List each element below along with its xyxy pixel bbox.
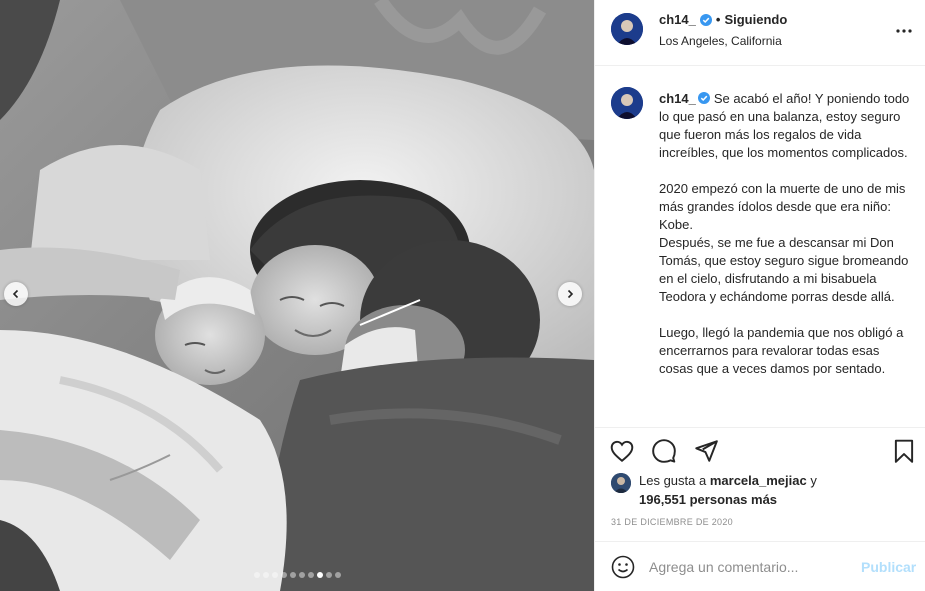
carousel-dot [298, 572, 305, 578]
caption-paragraph: Después, se me fue a descansar mi Don To… [659, 235, 909, 304]
caption-paragraph: Luego, llegó la pandemia que nos obligó … [659, 325, 904, 376]
bookmark-icon[interactable] [891, 438, 917, 464]
chevron-right-icon [567, 289, 574, 299]
caption-section[interactable]: ch14_ Se acabó el año! Y poniendo todo lo… [595, 67, 925, 427]
liker-avatar-image [611, 473, 631, 493]
avatar[interactable] [611, 13, 643, 45]
liker-avatar[interactable] [611, 473, 631, 493]
carousel-dot [289, 572, 296, 578]
publish-button[interactable]: Publicar [861, 559, 916, 575]
avatar[interactable] [611, 87, 643, 119]
carousel-dot [334, 572, 341, 578]
next-photo-button[interactable] [558, 282, 582, 306]
carousel-dot [280, 572, 287, 578]
carousel-dot [316, 572, 323, 578]
following-button[interactable]: Siguiendo [724, 12, 787, 27]
previous-photo-button[interactable] [4, 282, 28, 306]
post-header: ch14_ • Siguiendo Los Angeles, Californi… [595, 0, 925, 66]
caption-paragraph: 2020 empezó con la muerte de uno de mis … [659, 181, 906, 232]
comment-box: Publicar [595, 541, 925, 591]
user-avatar-image [611, 87, 643, 119]
chevron-left-icon [12, 289, 19, 299]
carousel-dot [325, 572, 332, 578]
more-horizontal-icon [896, 29, 912, 33]
heart-icon[interactable] [609, 438, 635, 464]
carousel-indicator [0, 572, 594, 578]
likes-connector: y [810, 473, 817, 488]
likes-prefix: Les gusta a [639, 473, 707, 488]
comment-input[interactable] [649, 557, 849, 577]
post-photo[interactable] [0, 0, 594, 591]
liker-username[interactable]: marcela_mejiac [710, 473, 807, 488]
separator-dot: • [715, 12, 721, 27]
carousel-dot [262, 572, 269, 578]
carousel-dot [253, 572, 260, 578]
post-actions: Les gusta a marcela_mejiac y 196,551 per… [595, 427, 925, 541]
likes-summary: Les gusta a marcela_mejiac y 196,551 per… [611, 471, 869, 509]
instagram-post: ch14_ • Siguiendo Los Angeles, Californi… [0, 0, 925, 591]
post-location[interactable]: Los Angeles, California [659, 34, 782, 48]
post-date[interactable]: 31 DE DICIEMBRE DE 2020 [611, 517, 733, 527]
verified-badge-icon [697, 92, 710, 104]
photo-image [0, 0, 594, 591]
post-sidebar: ch14_ • Siguiendo Los Angeles, Californi… [594, 0, 925, 591]
caption-text: ch14_ Se acabó el año! Y poniendo todo lo… [659, 90, 911, 396]
post-username[interactable]: ch14_ [659, 12, 696, 27]
more-options-button[interactable] [895, 22, 913, 40]
comment-icon[interactable] [651, 438, 677, 464]
user-avatar-image [611, 13, 643, 45]
verified-badge-icon [699, 13, 712, 26]
carousel-dot [307, 572, 314, 578]
carousel-dot [271, 572, 278, 578]
caption-username[interactable]: ch14_ [659, 91, 696, 106]
likes-count[interactable]: 196,551 personas más [639, 492, 777, 507]
caption-first-paragraph: Se acabó el año! Y poniendo todo lo que … [659, 91, 910, 160]
emoji-icon[interactable] [611, 555, 635, 579]
share-icon[interactable] [693, 438, 719, 464]
